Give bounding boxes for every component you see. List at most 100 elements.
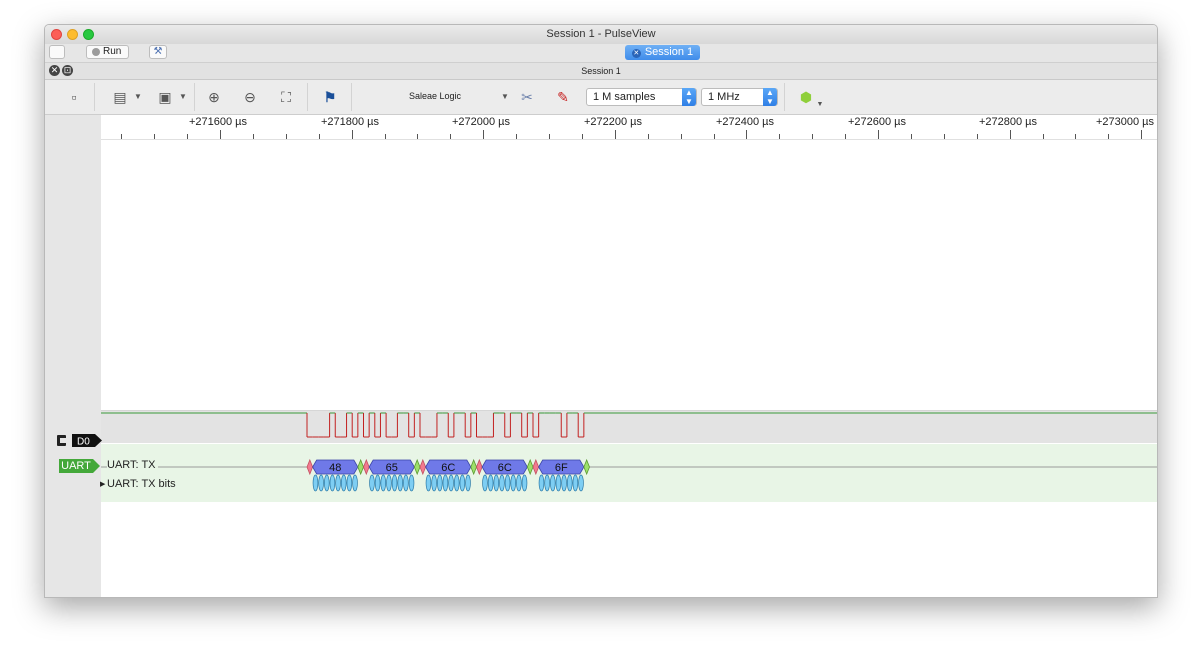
d0-channel-badge[interactable]: D0	[57, 433, 103, 448]
uart-decoder-label: UART	[61, 460, 91, 472]
uart-data-bit[interactable]	[403, 474, 409, 492]
uart-data-bit[interactable]	[555, 474, 562, 492]
uart-data-bit[interactable]	[465, 474, 471, 492]
close-window-button[interactable]	[51, 29, 62, 40]
add-decoder-dropdown-icon[interactable]: ▼	[811, 96, 829, 114]
ruler-minor-tick	[910, 134, 912, 139]
uart-tx-bits-row-label: UART: TX bits	[107, 478, 176, 490]
probe-config-icon[interactable]: ✎	[554, 88, 572, 106]
uart-data-bit[interactable]	[340, 474, 347, 492]
tab-session-1[interactable]: ✕ Session 1	[625, 45, 700, 60]
uart-data-bit[interactable]	[566, 474, 573, 492]
uart-data-bit[interactable]	[425, 474, 432, 492]
new-view-icon[interactable]	[49, 45, 65, 59]
uart-data-bit[interactable]	[499, 474, 505, 492]
uart-data-bit[interactable]	[493, 474, 500, 492]
samplerate-input[interactable]: 1 MHz ▲ ▼	[701, 88, 778, 106]
uart-data-bit[interactable]	[323, 474, 330, 492]
uart-stop-bit[interactable]	[470, 458, 477, 476]
uart-data-bit[interactable]	[352, 474, 358, 492]
cursor-markers-icon[interactable]: ⚑	[321, 88, 339, 106]
toolbar-divider	[194, 83, 195, 111]
zoom-in-icon[interactable]: ⊕	[205, 88, 223, 106]
zoom-fit-icon[interactable]: ⛶	[277, 88, 295, 106]
sample-count-input[interactable]: 1 M samples ▲ ▼	[586, 88, 697, 106]
uart-data-bit[interactable]	[544, 474, 550, 492]
uart-data-bit[interactable]	[408, 474, 415, 492]
samplerate-stepper-icon[interactable]: ▲ ▼	[763, 88, 777, 106]
run-button[interactable]: Run	[86, 45, 129, 59]
uart-data-bit[interactable]	[510, 474, 517, 492]
uart-data-bit[interactable]	[561, 474, 567, 492]
uart-data-bit[interactable]	[442, 474, 449, 492]
uart-data-bit[interactable]	[391, 474, 398, 492]
uart-data-bit[interactable]	[504, 474, 511, 492]
trace-canvas[interactable]	[101, 140, 1157, 597]
zoom-out-icon[interactable]: ⊖	[241, 88, 259, 106]
uart-data-bit[interactable]	[437, 474, 443, 492]
window-title: Session 1 - PulseView	[546, 28, 656, 40]
device-selector[interactable]: Saleae Logic	[409, 91, 461, 101]
uart-stop-bit[interactable]	[583, 458, 590, 476]
device-dropdown-icon[interactable]: ▼	[496, 88, 514, 106]
toolbar-divider	[94, 83, 95, 111]
uart-data-bit[interactable]	[572, 474, 579, 492]
uart-data-bit[interactable]	[329, 474, 336, 492]
uart-start-bit[interactable]	[306, 458, 314, 476]
settings-tools-icon[interactable]: ⚒	[149, 45, 167, 59]
uart-start-bit[interactable]	[532, 458, 540, 476]
uart-tx-row-label: UART: TX	[107, 459, 158, 471]
uart-data-bit[interactable]	[335, 474, 341, 492]
expand-row-icon[interactable]: ▶	[100, 480, 105, 488]
session-title: Session 1	[581, 66, 621, 76]
uart-data-bit[interactable]	[578, 474, 584, 492]
new-file-icon[interactable]: ▫	[65, 88, 83, 106]
title-bar: Session 1 - PulseView	[45, 25, 1157, 44]
toolbar-divider	[351, 83, 352, 111]
uart-data-bit[interactable]	[369, 474, 375, 492]
ruler-minor-tick	[187, 134, 189, 139]
uart-stop-bit[interactable]	[526, 458, 534, 476]
uart-data-bit[interactable]	[516, 474, 522, 492]
uart-data-bit[interactable]	[448, 474, 454, 492]
save-file-icon[interactable]: ▣	[156, 88, 174, 106]
uart-data-bit[interactable]	[431, 474, 437, 492]
save-dropdown-icon[interactable]: ▼	[174, 88, 192, 106]
sample-count-stepper-icon[interactable]: ▲ ▼	[682, 88, 696, 106]
uart-stop-bit[interactable]	[357, 458, 364, 476]
channel-header-pane	[45, 115, 101, 597]
uart-decoder-badge[interactable]: UART	[59, 459, 100, 473]
uart-stop-bit[interactable]	[413, 458, 421, 476]
uart-start-bit[interactable]	[363, 458, 370, 476]
uart-data-bit[interactable]	[318, 474, 324, 492]
ruler-minor-tick	[713, 134, 715, 139]
uart-data-bit[interactable]	[459, 474, 466, 492]
uart-data-bit[interactable]	[487, 474, 494, 492]
uart-data-bit[interactable]	[380, 474, 387, 492]
uart-data-bit[interactable]	[397, 474, 404, 492]
uart-data-bit[interactable]	[453, 474, 460, 492]
close-tab-icon[interactable]: ✕	[631, 49, 641, 58]
ruler-minor-tick	[581, 134, 583, 139]
uart-data-bit[interactable]	[521, 474, 528, 492]
uart-data-bit[interactable]	[550, 474, 556, 492]
uart-start-bit[interactable]	[476, 458, 483, 476]
minimize-window-button[interactable]	[67, 29, 78, 40]
uart-data-bit[interactable]	[386, 474, 392, 492]
toolbar-divider	[784, 83, 785, 111]
uart-data-bit[interactable]	[346, 474, 353, 492]
uart-start-bit[interactable]	[419, 458, 427, 476]
open-dropdown-icon[interactable]: ▼	[129, 88, 147, 106]
float-session-icon[interactable]: ⊡	[62, 65, 73, 76]
uart-data-bit[interactable]	[374, 474, 381, 492]
uart-data-bit[interactable]	[538, 474, 545, 492]
close-session-icon[interactable]: ✕	[49, 65, 60, 76]
ruler-minor-tick	[1075, 134, 1077, 139]
configure-device-icon[interactable]: ✂	[518, 88, 536, 106]
uart-data-bit[interactable]	[312, 474, 319, 492]
uart-data-bit[interactable]	[482, 474, 488, 492]
open-file-icon[interactable]: ▤	[111, 88, 129, 106]
time-ruler[interactable]: +271600 µs +271800 µs +272000 µs +272200…	[101, 115, 1157, 140]
run-label: Run	[103, 46, 122, 57]
maximize-window-button[interactable]	[83, 29, 94, 40]
